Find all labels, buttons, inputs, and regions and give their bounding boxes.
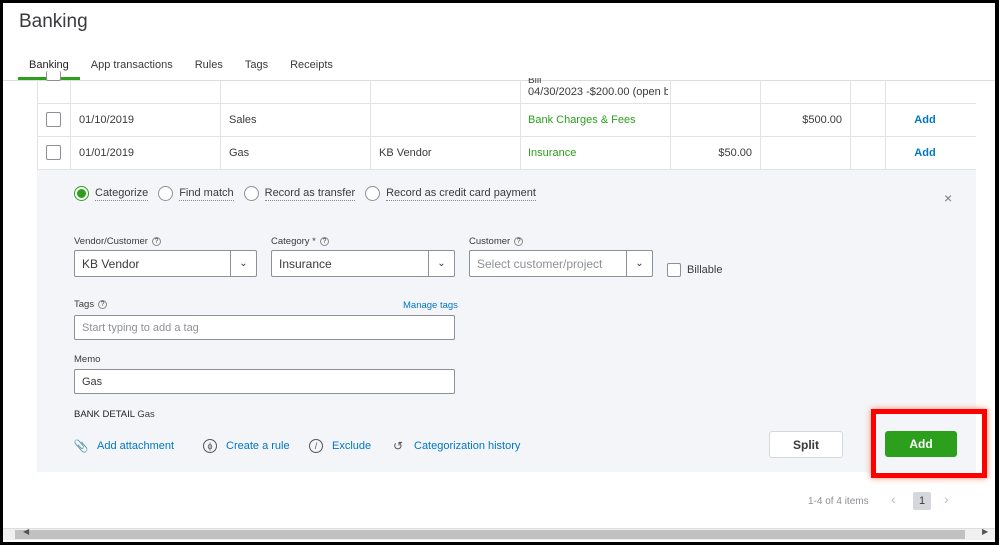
- tags-input[interactable]: Start typing to add a tag: [74, 315, 455, 340]
- tab-receipts[interactable]: Receipts: [279, 59, 344, 81]
- customer-label: Customer?: [469, 236, 524, 247]
- category[interactable]: Insurance: [528, 147, 576, 159]
- divider: [3, 80, 995, 81]
- scroll-left-icon[interactable]: ◀: [23, 527, 29, 536]
- split-button[interactable]: Split: [769, 431, 843, 458]
- payee: KB Vendor: [379, 147, 432, 159]
- pagination-summary: 1-4 of 4 items: [808, 496, 869, 507]
- category[interactable]: Bank Charges & Fees: [528, 114, 636, 126]
- customer-select[interactable]: Select customer/project ⌄: [469, 250, 653, 277]
- radio-record-transfer[interactable]: Record as transfer: [243, 186, 356, 201]
- manage-tags-link[interactable]: Manage tags: [403, 300, 458, 311]
- description: Gas: [229, 147, 250, 159]
- match-line-1: Bill: [528, 78, 542, 86]
- help-icon: ?: [98, 299, 108, 309]
- vendor-select[interactable]: KB Vendor ⌄: [74, 250, 257, 277]
- billable-label: Billable: [687, 264, 723, 276]
- date: 01/01/2019: [79, 147, 135, 159]
- add-button[interactable]: Add: [885, 431, 957, 457]
- page-1-button[interactable]: 1: [913, 492, 931, 510]
- scrollbar-thumb[interactable]: [15, 530, 965, 539]
- radio-find-match[interactable]: Find match: [158, 186, 234, 201]
- chevron-down-icon[interactable]: ⌄: [626, 251, 652, 276]
- categorization-history-link[interactable]: ↺ Categorization history: [391, 439, 520, 453]
- categorize-panel: Categorize Find match Record as transfer…: [37, 170, 987, 478]
- tab-tags[interactable]: Tags: [234, 59, 279, 81]
- banking-window: Banking Banking App transactions Rules T…: [3, 3, 995, 542]
- memo-input[interactable]: Gas: [74, 369, 455, 394]
- exclude-link[interactable]: / Exclude: [309, 439, 371, 453]
- add-link[interactable]: Add: [885, 147, 965, 159]
- help-icon: ?: [514, 236, 524, 246]
- tags-label: Tags?: [74, 299, 108, 310]
- row-checkbox[interactable]: [46, 112, 61, 127]
- chevron-down-icon[interactable]: ⌄: [230, 251, 256, 276]
- billable-checkbox[interactable]: [667, 263, 681, 277]
- vendor-label: Vendor/Customer?: [74, 236, 161, 247]
- paperclip-icon: 📎: [73, 439, 89, 453]
- tab-rules[interactable]: Rules: [184, 59, 234, 81]
- category-label: Category *?: [271, 236, 329, 247]
- add-link[interactable]: Add: [885, 114, 965, 126]
- lightning-icon: ϕ: [203, 439, 217, 453]
- close-icon[interactable]: ×: [944, 190, 952, 206]
- row-checkbox[interactable]: [46, 71, 61, 81]
- add-attachment-link[interactable]: 📎 Add attachment: [73, 439, 175, 453]
- next-page-icon[interactable]: ›: [944, 491, 949, 507]
- tab-bar: Banking App transactions Rules Tags Rece…: [18, 59, 344, 81]
- help-icon: ?: [319, 236, 329, 246]
- bank-detail: BANK DETAIL Gas: [74, 409, 155, 420]
- history-icon: ↺: [392, 439, 404, 453]
- radio-categorize[interactable]: Categorize: [74, 186, 149, 201]
- help-icon: ?: [151, 236, 161, 246]
- category-select[interactable]: Insurance ⌄: [271, 250, 455, 277]
- block-icon: /: [309, 439, 323, 453]
- match-line-2: 04/30/2023 -$200.00 (open ba: [528, 86, 668, 98]
- received: $500.00: [802, 114, 842, 126]
- row-checkbox[interactable]: [46, 145, 61, 160]
- prev-page-icon[interactable]: ‹: [891, 491, 896, 507]
- create-rule-link[interactable]: ϕ Create a rule: [203, 439, 290, 453]
- description: Sales: [229, 114, 257, 126]
- mode-radio-group: Categorize Find match Record as transfer…: [74, 186, 546, 201]
- horizontal-scrollbar[interactable]: ◀ ▶: [3, 527, 995, 540]
- chevron-down-icon[interactable]: ⌄: [428, 251, 454, 276]
- tab-app-transactions[interactable]: App transactions: [80, 59, 184, 81]
- spent: $50.00: [718, 147, 752, 159]
- scroll-right-icon[interactable]: ▶: [982, 527, 988, 536]
- date: 01/10/2019: [79, 114, 135, 126]
- page-title: Banking: [19, 11, 88, 32]
- radio-record-cc-payment[interactable]: Record as credit card payment: [365, 186, 536, 201]
- memo-label: Memo: [74, 354, 101, 365]
